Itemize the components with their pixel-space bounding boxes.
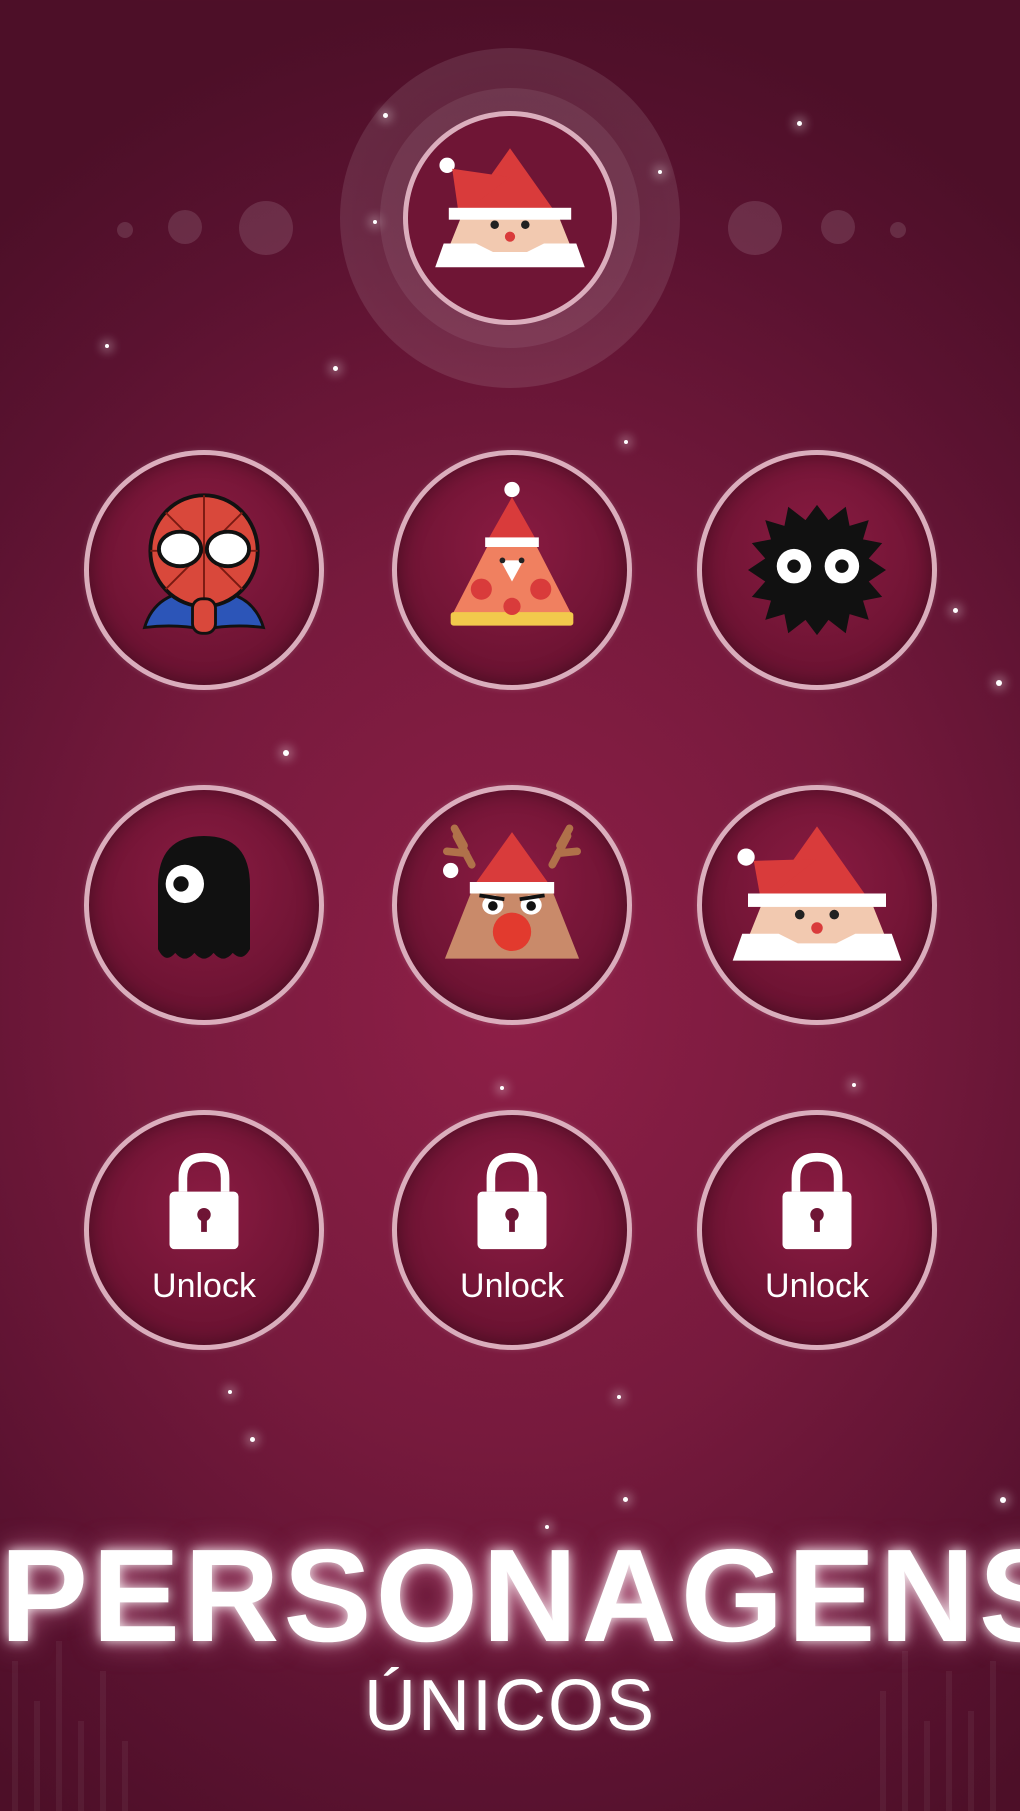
pizza-santa-icon <box>450 481 574 626</box>
headline-title: PERSONAGENS <box>0 1522 1020 1669</box>
black-fuzzball-icon <box>748 504 886 636</box>
character-slot-spider[interactable] <box>84 450 324 690</box>
unlock-label: Unlock <box>765 1267 869 1305</box>
spider-hero-icon <box>142 493 266 635</box>
character-slot-fuzzball[interactable] <box>697 450 937 690</box>
character-slot-reindeer[interactable] <box>392 785 632 1025</box>
character-slot-locked-2[interactable]: Unlock <box>392 1110 632 1350</box>
unlock-label: Unlock <box>460 1267 564 1305</box>
lock-icon <box>169 1152 239 1250</box>
unlock-label: Unlock <box>152 1267 256 1305</box>
lock-icon <box>477 1152 547 1250</box>
santa-triangle-icon <box>435 148 585 268</box>
lock-icon <box>782 1152 852 1250</box>
reindeer-icon <box>443 824 582 959</box>
black-blob-icon <box>158 836 250 959</box>
character-slot-pizza-santa[interactable] <box>392 450 632 690</box>
character-slot-locked-3[interactable]: Unlock <box>697 1110 937 1350</box>
selected-character-ring <box>403 111 617 325</box>
santa-triangle-icon <box>732 826 902 961</box>
character-slot-blob[interactable] <box>84 785 324 1025</box>
headline-subtitle: ÚNICOS <box>363 1666 657 1746</box>
character-slot-santa[interactable] <box>697 785 937 1025</box>
character-slot-locked-1[interactable]: Unlock <box>84 1110 324 1350</box>
